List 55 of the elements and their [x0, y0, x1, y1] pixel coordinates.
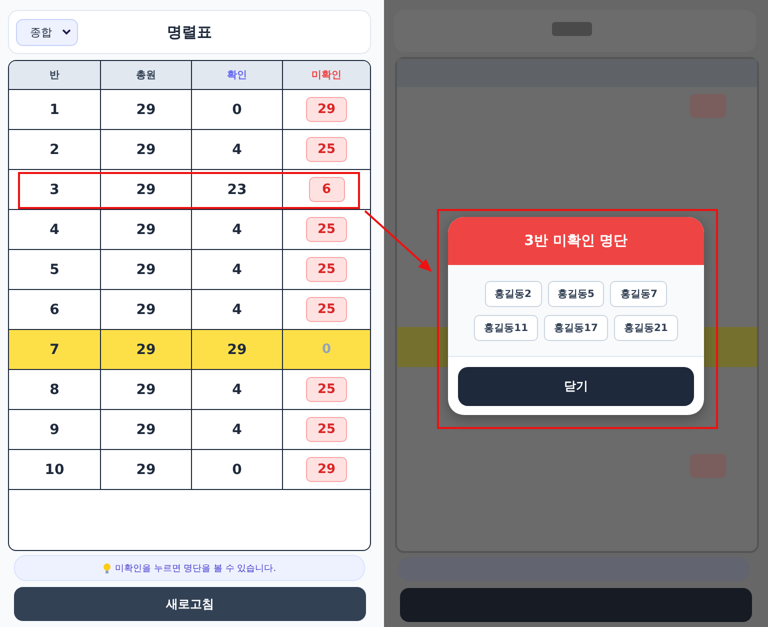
table-cell: 3	[9, 170, 100, 210]
table-cell: 9	[9, 410, 100, 450]
table-cell: 0	[191, 450, 282, 490]
table-cell: 7	[9, 330, 100, 370]
table-cell: 4	[191, 130, 282, 170]
table-cell: 29	[100, 410, 191, 450]
table-cell: 4	[191, 370, 282, 410]
dialog-title: 3반 미확인 명단	[524, 232, 628, 250]
table-cell: 29	[100, 170, 191, 210]
chevron-down-icon	[62, 29, 71, 35]
refresh-button[interactable]: 새로고침	[14, 587, 366, 621]
unconfirmed-count-badge[interactable]: 25	[306, 257, 347, 282]
table-cell: 0	[191, 90, 282, 130]
name-chip: 홍길동11	[474, 315, 538, 341]
unconfirmed-count-badge[interactable]: 25	[306, 217, 347, 242]
count-text: 0	[322, 342, 332, 357]
column-header: 확인	[191, 61, 282, 90]
page-title: 명렬표	[167, 22, 212, 42]
unconfirmed-count-badge[interactable]: 29	[306, 97, 347, 122]
name-chip: 홍길동7	[610, 281, 668, 307]
table-cell: 23	[191, 170, 282, 210]
unconfirmed-count-badge[interactable]: 29	[306, 457, 347, 482]
unconfirmed-count-badge[interactable]: 25	[306, 377, 347, 402]
table-cell: 29	[100, 450, 191, 490]
table-cell: 29	[100, 330, 191, 370]
table-cell: 4	[9, 210, 100, 250]
name-chip: 홍길동17	[544, 315, 608, 341]
hint-text: 미확인을 누르면 명단을 볼 수 있습니다.	[114, 562, 276, 574]
table-cell: 29	[100, 130, 191, 170]
name-chip: 홍길동5	[548, 281, 604, 307]
unconfirmed-count-badge[interactable]: 25	[306, 297, 347, 322]
filter-dropdown[interactable]: 종합	[16, 18, 78, 46]
table-cell: 5	[9, 250, 100, 290]
table-cell: 10	[9, 450, 100, 490]
table-cell: 1	[9, 90, 100, 130]
column-header: 반	[9, 61, 100, 90]
name-chip: 홍길동2	[484, 281, 542, 307]
table-cell: 4	[191, 410, 282, 450]
close-button[interactable]: 닫기	[458, 367, 694, 406]
lightbulb-icon	[102, 562, 111, 574]
table-cell: 29	[100, 250, 191, 290]
table-cell: 29	[100, 370, 191, 410]
table-cell: 4	[191, 250, 282, 290]
table-cell: 4	[191, 210, 282, 250]
table-cell: 29	[191, 330, 282, 370]
table-cell: 29	[100, 90, 191, 130]
column-header: 총원	[100, 61, 191, 90]
unconfirmed-count-badge[interactable]: 25	[306, 417, 347, 442]
column-header: 미확인	[282, 61, 370, 90]
table-cell: 29	[100, 210, 191, 250]
unconfirmed-count-badge[interactable]: 6	[308, 177, 344, 202]
table-cell: 8	[9, 370, 100, 410]
unconfirmed-count-badge[interactable]: 25	[306, 137, 347, 162]
table-cell: 2	[9, 130, 100, 170]
name-chip: 홍길동21	[614, 315, 678, 341]
